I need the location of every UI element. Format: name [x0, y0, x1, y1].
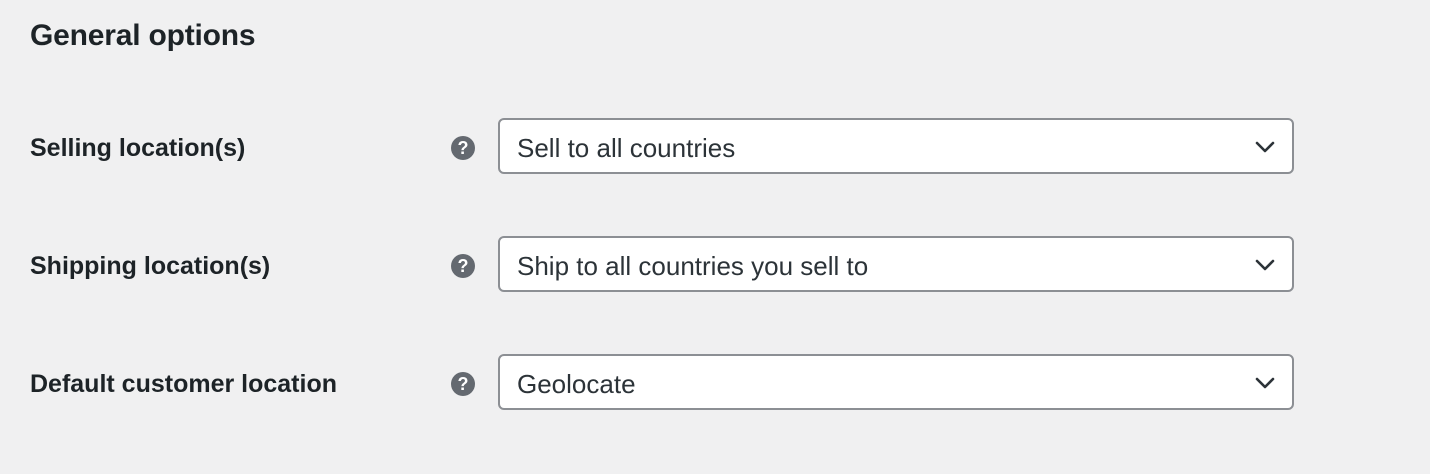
chevron-down-icon [1255, 141, 1275, 153]
field-row-default-customer-location: Default customer location ? Geolocate [0, 354, 1430, 414]
section-title: General options [30, 19, 256, 52]
chevron-down-icon [1255, 377, 1275, 389]
selling-locations-label: Selling location(s) [30, 134, 246, 162]
default-customer-location-label: Default customer location [30, 370, 337, 398]
field-row-selling-locations: Selling location(s) ? Sell to all countr… [0, 118, 1430, 178]
help-icon[interactable]: ? [451, 254, 475, 278]
shipping-locations-value: Ship to all countries you sell to [517, 251, 869, 281]
general-options-page: General options Selling location(s) ? Se… [0, 0, 1430, 474]
shipping-locations-label: Shipping location(s) [30, 252, 271, 280]
help-icon[interactable]: ? [451, 372, 475, 396]
default-customer-location-select[interactable]: Geolocate [498, 354, 1294, 410]
selling-locations-value: Sell to all countries [517, 133, 736, 163]
shipping-locations-select[interactable]: Ship to all countries you sell to [498, 236, 1294, 292]
chevron-down-icon [1255, 259, 1275, 271]
help-icon[interactable]: ? [451, 136, 475, 160]
default-customer-location-value: Geolocate [517, 369, 636, 399]
selling-locations-select[interactable]: Sell to all countries [498, 118, 1294, 174]
field-row-shipping-locations: Shipping location(s) ? Ship to all count… [0, 236, 1430, 296]
